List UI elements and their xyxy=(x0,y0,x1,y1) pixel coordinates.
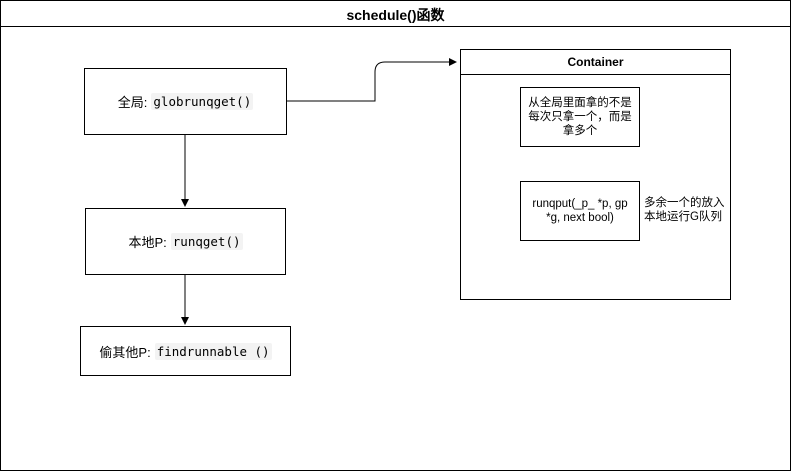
global-node: 全局: globrunqget() xyxy=(84,68,287,135)
arrow-global-to-container xyxy=(287,58,457,102)
global-code: globrunqget() xyxy=(151,93,254,110)
container-header: Container xyxy=(461,50,730,75)
global-label: 全局: xyxy=(117,95,148,110)
steal-label: 偷其他P: xyxy=(99,344,151,360)
local-node: 本地P: runqget() xyxy=(85,208,286,275)
fetch-multiple-note: 从全局里面拿的不是每次只拿一个，而是拿多个 xyxy=(520,87,640,147)
local-code: runqget() xyxy=(170,233,243,250)
steal-node: 偷其他P: findrunnable () xyxy=(80,326,291,376)
side-note: 多余一个的放入本地运行G队列 xyxy=(644,197,725,223)
local-label: 本地P: xyxy=(128,235,167,250)
runqput-node: runqput(_p_ *p, gp *g, next bool) xyxy=(520,181,640,241)
container-title: Container xyxy=(567,55,624,69)
steal-code: findrunnable () xyxy=(154,342,272,360)
